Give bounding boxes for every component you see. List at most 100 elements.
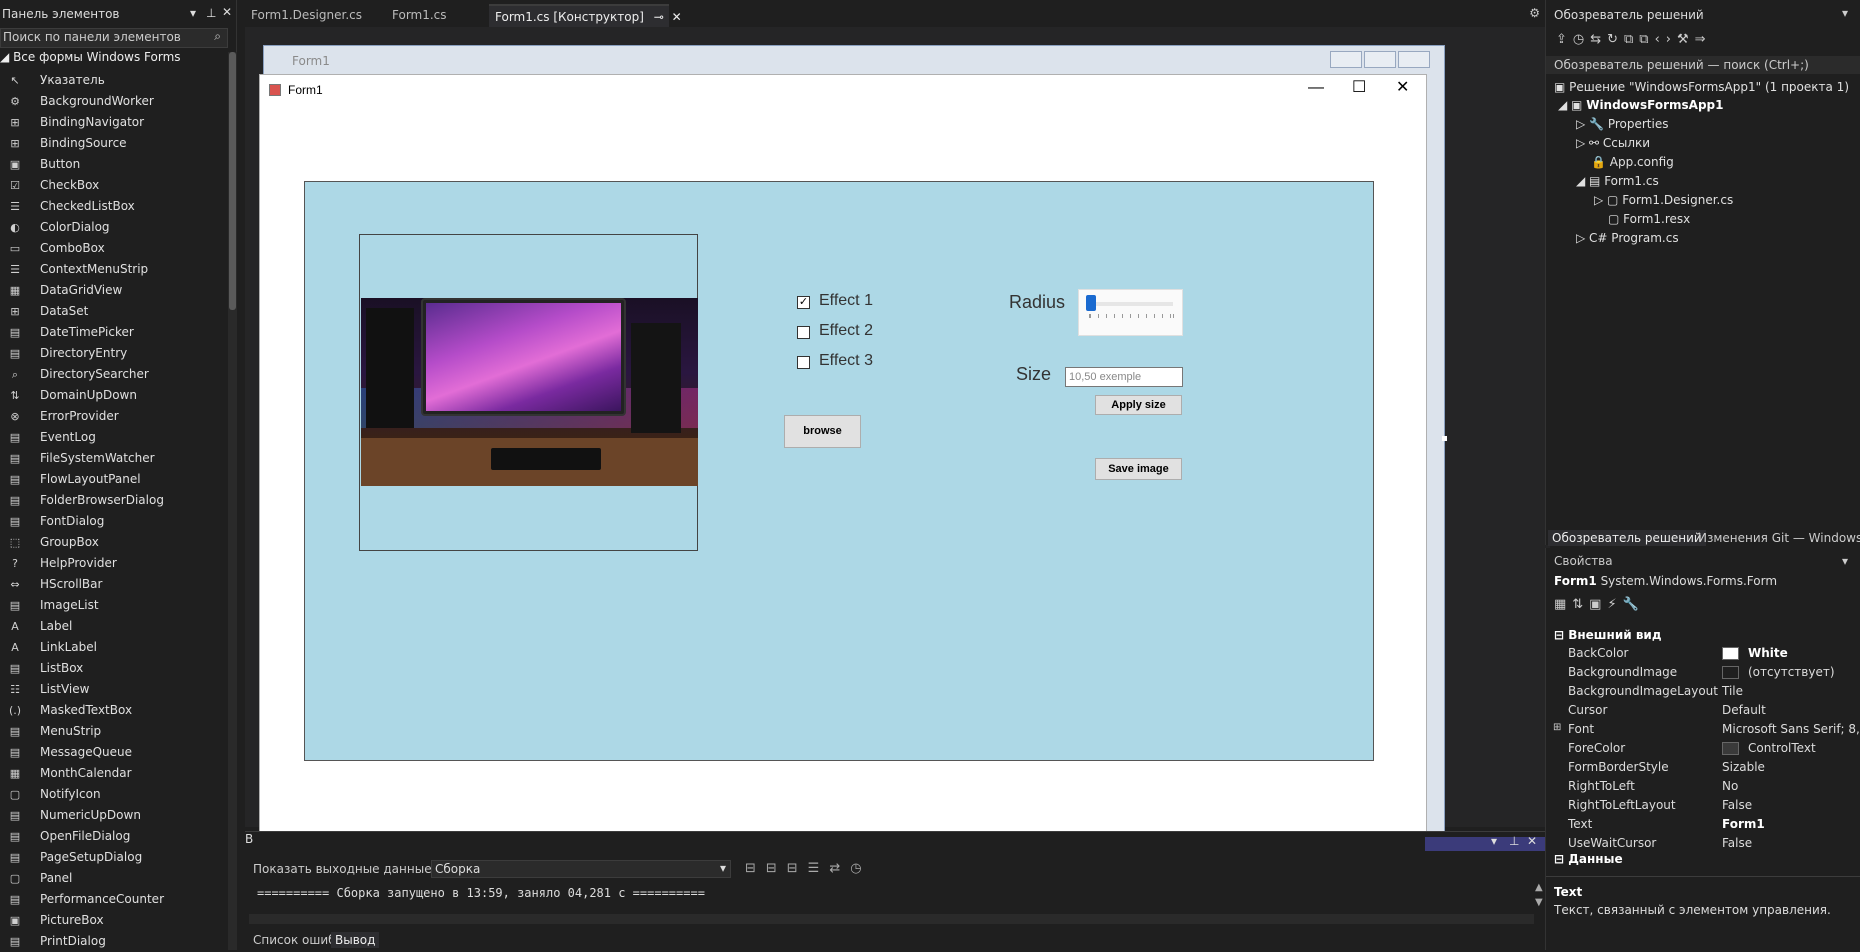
pin-icon[interactable]: ⊥ xyxy=(206,6,216,20)
radius-trackbar[interactable] xyxy=(1078,289,1183,336)
toolbox-item[interactable]: ▦ MonthCalendar xyxy=(0,763,225,784)
property-value[interactable]: Tile xyxy=(1722,684,1743,698)
toolbox-item[interactable]: ⊞ BindingSource xyxy=(0,133,225,154)
minimize-icon[interactable]: — xyxy=(1308,79,1324,97)
property-row[interactable]: ⊞ Font Microsoft Sans Serif; 8,25pt xyxy=(1546,720,1860,739)
form1-designer-node[interactable]: ▷ ▢ Form1.Designer.cs xyxy=(1594,193,1733,207)
apply-size-button[interactable]: Apply size xyxy=(1095,395,1182,415)
toolbox-item[interactable]: ▭ ComboBox xyxy=(0,238,225,259)
scroll-down-icon[interactable]: ▼ xyxy=(1535,897,1543,908)
output-source-select[interactable]: Сборка ▾ xyxy=(431,860,731,878)
dropdown-icon[interactable]: ▾ xyxy=(190,6,196,20)
dropdown-icon[interactable]: ▾ xyxy=(1842,554,1848,568)
property-value[interactable]: Form1 xyxy=(1722,817,1765,831)
tab-form1-designer[interactable]: Form1.cs [Конструктор] ⊸ ✕ xyxy=(489,4,682,27)
toolbox-group-header[interactable]: ◢ Все формы Windows Forms xyxy=(0,50,181,64)
toolbox-item[interactable]: ▤ PerformanceCounter xyxy=(0,889,225,910)
output-toolbar-icons[interactable]: ⊟⊟⊟☰⇄◷ xyxy=(745,861,872,876)
property-row[interactable]: FormBorderStyle Sizable xyxy=(1546,758,1860,777)
toolbox-item[interactable]: ▤ PrintDialog xyxy=(0,931,225,952)
toolbox-item[interactable]: ▤ PageSetupDialog xyxy=(0,847,225,868)
toolbox-item[interactable]: ▤ OpenFileDialog xyxy=(0,826,225,847)
solution-node[interactable]: ▣ Решение "WindowsFormsApp1" (1 проекта … xyxy=(1554,80,1849,94)
dropdown-icon[interactable]: ▾ xyxy=(1491,834,1497,848)
property-row[interactable]: RightToLeftLayout False xyxy=(1546,796,1860,815)
size-input[interactable]: 10,50 exemple xyxy=(1065,367,1183,387)
toolbox-search-input[interactable]: Поиск по панели элементов ⌕ xyxy=(0,28,228,48)
toolbox-item[interactable]: ▤ MenuStrip xyxy=(0,721,225,742)
toolbox-item[interactable]: ⊞ DataSet xyxy=(0,301,225,322)
property-row[interactable]: Text Form1 xyxy=(1546,815,1860,834)
solution-search-input[interactable]: Обозреватель решений — поиск (Ctrl+;) xyxy=(1546,56,1860,74)
tab-form1-designer-cs[interactable]: Form1.Designer.cs xyxy=(245,4,382,27)
toolbox-item[interactable]: ⊗ ErrorProvider xyxy=(0,406,225,427)
close-icon[interactable]: ✕ xyxy=(222,5,232,19)
property-row[interactable]: BackgroundImageLayout Tile xyxy=(1546,682,1860,701)
form1-resx-node[interactable]: ▢ Form1.resx xyxy=(1608,212,1690,226)
toolbox-item[interactable]: ▤ FontDialog xyxy=(0,511,225,532)
resize-handle[interactable] xyxy=(1442,436,1447,441)
tab-git-changes[interactable]: Изменения Git — WindowsFor xyxy=(1694,530,1860,546)
property-row[interactable]: BackColor White xyxy=(1546,644,1860,663)
toolbox-item[interactable]: ☰ ContextMenuStrip xyxy=(0,259,225,280)
toolbox-item[interactable]: ⊞ BindingNavigator xyxy=(0,112,225,133)
property-row[interactable]: ForeColor ControlText xyxy=(1546,739,1860,758)
output-hscrollbar[interactable] xyxy=(249,914,1534,924)
toolbox-item[interactable]: ⌕ DirectorySearcher xyxy=(0,364,225,385)
project-node[interactable]: ◢ ▣ WindowsFormsApp1 xyxy=(1558,98,1724,112)
toolbox-item[interactable]: (.) MaskedTextBox xyxy=(0,700,225,721)
property-value[interactable]: White xyxy=(1748,646,1788,660)
toolbox-item[interactable]: ⬚ GroupBox xyxy=(0,532,225,553)
toolbox-item[interactable]: ▦ DataGridView xyxy=(0,280,225,301)
app-config-node[interactable]: 🔒 App.config xyxy=(1591,155,1674,169)
property-row[interactable]: Cursor Default xyxy=(1546,701,1860,720)
toolbox-item[interactable]: ▤ DirectoryEntry xyxy=(0,343,225,364)
save-image-button[interactable]: Save image xyxy=(1095,458,1182,480)
properties-object-selector[interactable]: Form1 System.Windows.Forms.Form xyxy=(1554,574,1777,588)
toolbox-item[interactable]: ▤ ImageList xyxy=(0,595,225,616)
toolbox-item[interactable]: ☷ ListView xyxy=(0,679,225,700)
toolbox-item[interactable]: ⇔ HScrollBar xyxy=(0,574,225,595)
toolbox-item[interactable]: ▢ NotifyIcon xyxy=(0,784,225,805)
toolbox-item[interactable]: ▤ DateTimePicker xyxy=(0,322,225,343)
property-value[interactable]: Sizable xyxy=(1722,760,1765,774)
category-data[interactable]: ⊟ Данные xyxy=(1554,852,1623,866)
maximize-icon[interactable]: ☐ xyxy=(1352,77,1366,97)
toolbox-item[interactable]: ↖ Указатель xyxy=(0,70,225,91)
toolbox-item[interactable]: ? HelpProvider xyxy=(0,553,225,574)
property-value[interactable]: No xyxy=(1722,779,1738,793)
program-cs-node[interactable]: ▷ C# Program.cs xyxy=(1576,231,1679,245)
close-icon[interactable]: ✕ xyxy=(1527,834,1537,848)
close-icon[interactable]: ✕ xyxy=(1396,77,1409,97)
properties-toolbar[interactable]: ▦⇅▣⚡🔧 xyxy=(1554,597,1645,612)
browse-button[interactable]: browse xyxy=(784,415,861,448)
scroll-up-icon[interactable]: ▲ xyxy=(1535,882,1543,893)
properties-node[interactable]: ▷ 🔧 Properties xyxy=(1576,117,1668,131)
toolbox-item[interactable]: ☰ CheckedListBox xyxy=(0,196,225,217)
toolbox-item[interactable]: ▤ NumericUpDown xyxy=(0,805,225,826)
close-icon[interactable]: ✕ xyxy=(672,10,682,24)
property-value[interactable]: False xyxy=(1722,798,1752,812)
property-value[interactable]: Default xyxy=(1722,703,1766,717)
toolbox-item[interactable]: A Label xyxy=(0,616,225,637)
pin-icon[interactable]: ⊥ xyxy=(1509,834,1519,848)
settings-icon[interactable]: ⚙ xyxy=(1529,6,1540,20)
category-appearance[interactable]: ⊟ Внешний вид xyxy=(1554,628,1662,642)
form1-cs-node[interactable]: ◢ ▤ Form1.cs xyxy=(1576,174,1659,188)
property-value[interactable]: (отсутствует) xyxy=(1748,665,1835,679)
solution-toolbar[interactable]: ⇪◷⇆↻⧉⧉‹›⚒⇒ xyxy=(1556,32,1712,52)
toolbox-item[interactable]: ▢ Panel xyxy=(0,868,225,889)
toolbox-item[interactable]: ▤ ListBox xyxy=(0,658,225,679)
property-row[interactable]: UseWaitCursor False xyxy=(1546,834,1860,853)
scrollbar-thumb[interactable] xyxy=(229,52,236,310)
pin-icon[interactable]: ⊸ xyxy=(654,10,664,24)
property-row[interactable]: BackgroundImage (отсутствует) xyxy=(1546,663,1860,682)
toolbox-item[interactable]: ▣ Button xyxy=(0,154,225,175)
property-row[interactable]: RightToLeft No xyxy=(1546,777,1860,796)
toolbox-item[interactable]: ⇅ DomainUpDown xyxy=(0,385,225,406)
toolbox-item[interactable]: ▤ FolderBrowserDialog xyxy=(0,490,225,511)
toolbox-item[interactable]: ⚙ BackgroundWorker xyxy=(0,91,225,112)
references-node[interactable]: ▷ ⚯ Ссылки xyxy=(1576,136,1650,150)
toolbox-scrollbar[interactable] xyxy=(228,52,237,950)
property-value[interactable]: False xyxy=(1722,836,1752,850)
